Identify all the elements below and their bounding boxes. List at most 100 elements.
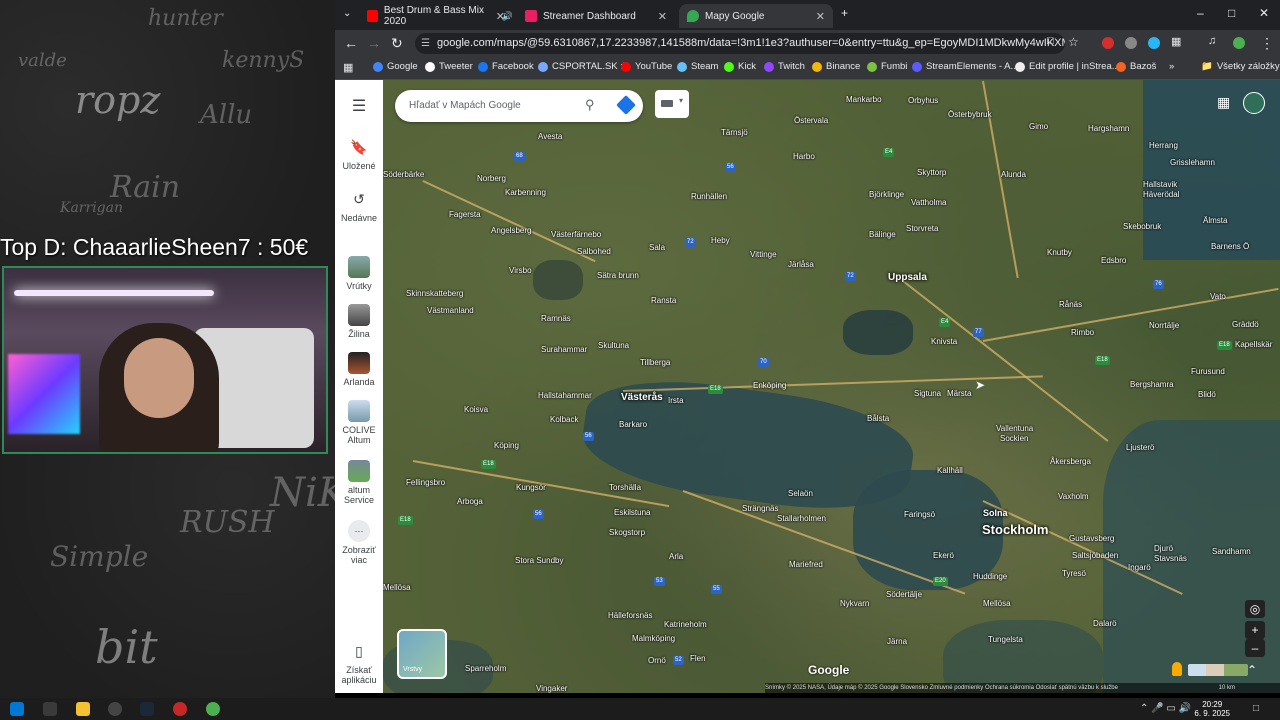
place-label[interactable]: Strängnäs: [742, 504, 778, 513]
bookmark-star-icon[interactable]: ☆: [1068, 35, 1079, 49]
place-label[interactable]: Ramnäs: [541, 314, 571, 323]
all-bookmarks[interactable]: 📁 Všetky záložky: [1201, 61, 1280, 72]
rail-show-more[interactable]: ⋯ Zobraziť viac: [335, 520, 383, 565]
place-label[interactable]: Gustavsberg: [1069, 534, 1114, 543]
place-label[interactable]: Runhällen: [691, 192, 727, 201]
close-tab-icon[interactable]: ✕: [816, 10, 825, 23]
get-app-button[interactable]: ▯ Získať aplikáciu: [335, 640, 383, 685]
place-label[interactable]: Harbo: [793, 152, 815, 161]
place-label[interactable]: Tärnsjö: [721, 128, 748, 137]
place-label[interactable]: Björklinge: [869, 190, 904, 199]
place-label[interactable]: Sparreholm: [465, 664, 506, 673]
place-label[interactable]: Hargshamn: [1088, 124, 1129, 133]
place-label[interactable]: Salbohed: [577, 247, 611, 256]
place-label[interactable]: Irsta: [668, 396, 684, 405]
place-label[interactable]: Älmsta: [1203, 216, 1227, 225]
install-app-icon[interactable]: □: [1047, 35, 1054, 47]
menu-icon[interactable]: ☰: [335, 96, 383, 116]
place-label[interactable]: Flen: [690, 654, 706, 663]
place-label[interactable]: Saltsjöbaden: [1072, 551, 1118, 560]
place-label[interactable]: Vaxholm: [1058, 492, 1089, 501]
place-label[interactable]: Barnens Ö: [1211, 242, 1249, 251]
steam-icon[interactable]: [140, 702, 154, 716]
place-label[interactable]: Fagersta: [449, 210, 481, 219]
back-icon[interactable]: ←: [344, 35, 358, 51]
tab-google-maps[interactable]: Mapy Google ✕: [679, 4, 833, 28]
city-label[interactable]: Solna: [983, 508, 1008, 518]
bookmark-steam[interactable]: Steam: [677, 61, 718, 72]
rail-recent[interactable]: ↺ Nedávne: [335, 188, 383, 223]
maps-search-box[interactable]: Hľadať v Mapách Google ⚲: [395, 90, 643, 122]
apps-grid-icon[interactable]: ▦: [1217, 94, 1230, 111]
place-label[interactable]: Alunda: [1001, 170, 1026, 179]
bookmark-youtube[interactable]: YouTube: [621, 61, 672, 72]
place-label[interactable]: Österbybruk: [948, 110, 992, 119]
rail-arlanda[interactable]: Arlanda: [335, 352, 383, 387]
notifications-icon[interactable]: □: [1253, 703, 1259, 714]
close-window-button[interactable]: ✕: [1259, 6, 1269, 20]
bookmark-google[interactable]: Google: [373, 61, 418, 72]
place-label[interactable]: Östervala: [794, 116, 828, 125]
map-type-thumbs[interactable]: [1188, 664, 1248, 676]
place-label[interactable]: Blidö: [1198, 390, 1216, 399]
more-bookmarks-icon[interactable]: »: [1169, 61, 1174, 72]
place-label[interactable]: Norberg: [477, 174, 506, 183]
place-label[interactable]: Fellingsbro: [406, 478, 445, 487]
place-label[interactable]: Torshälla: [609, 483, 641, 492]
place-label[interactable]: Järna: [887, 637, 907, 646]
place-label[interactable]: Nykvarn: [840, 599, 869, 608]
place-label[interactable]: Dalarö: [1093, 619, 1117, 628]
pegman-icon[interactable]: [1172, 662, 1182, 676]
place-label[interactable]: Angelsberg: [491, 226, 531, 235]
place-label[interactable]: Arboga: [457, 497, 483, 506]
place-label[interactable]: Åkersberga: [1050, 457, 1091, 466]
city-label[interactable]: Stockholm: [982, 522, 1048, 537]
rail-vrutky[interactable]: Vrútky: [335, 256, 383, 291]
rail-colive-altum[interactable]: COLIVE Altum: [335, 400, 383, 445]
place-label[interactable]: Norrtälje: [1149, 321, 1179, 330]
place-label[interactable]: Sockien: [1000, 434, 1028, 443]
place-label[interactable]: Stavsnäs: [1154, 554, 1187, 563]
place-label[interactable]: Vingaker: [536, 684, 567, 693]
place-label[interactable]: Vittinge: [750, 250, 777, 259]
bookmark-kick[interactable]: Kick: [724, 61, 756, 72]
chrome-menu-icon[interactable]: ⋮: [1260, 35, 1274, 52]
bookmark-facebook[interactable]: Facebook: [478, 61, 534, 72]
tray-icons[interactable]: ⌃ 🎤 ▭ 🔊: [1140, 703, 1191, 714]
new-tab-button[interactable]: +: [841, 6, 848, 20]
directions-icon[interactable]: [616, 95, 636, 115]
place-label[interactable]: Selaön: [788, 489, 813, 498]
place-label[interactable]: Edsbro: [1101, 256, 1126, 265]
rail-zilina[interactable]: Žilina: [335, 304, 383, 339]
place-label[interactable]: Herrang: [1149, 141, 1178, 150]
place-label[interactable]: Hallstavik: [1143, 180, 1177, 189]
zoom-in-button[interactable]: +: [1245, 621, 1265, 639]
bookmark-tweeter[interactable]: Tweeter: [425, 61, 473, 72]
place-label[interactable]: Ingarö: [1128, 563, 1151, 572]
place-label[interactable]: Sätra brunn: [597, 271, 639, 280]
place-label[interactable]: Djurö: [1154, 544, 1173, 553]
file-explorer-icon[interactable]: [76, 702, 90, 716]
search-icon[interactable]: ⚲: [585, 97, 595, 113]
obs-icon[interactable]: [108, 702, 122, 716]
place-label[interactable]: Bergshamra: [1130, 380, 1174, 389]
reload-icon[interactable]: ↻: [391, 35, 403, 52]
chrome-icon[interactable]: [206, 702, 220, 716]
bookmark-csportal[interactable]: CSPORTAL.SK :): [538, 61, 626, 72]
media-control-icon[interactable]: ♫: [1208, 35, 1216, 47]
place-label[interactable]: Skultuna: [598, 341, 629, 350]
bookmark-fumbi[interactable]: Fumbi: [867, 61, 907, 72]
place-label[interactable]: Sandhamn: [1212, 547, 1251, 556]
place-label[interactable]: Köping: [494, 441, 519, 450]
place-label[interactable]: Mellösa: [383, 583, 411, 592]
place-label[interactable]: Mellösa: [983, 599, 1011, 608]
system-clock[interactable]: 20:29 6. 9. 2025: [1194, 700, 1230, 718]
place-label[interactable]: Arla: [669, 552, 683, 561]
place-label[interactable]: Barkaro: [619, 420, 647, 429]
extension-icon[interactable]: [1148, 37, 1160, 49]
place-label[interactable]: Västmanland: [427, 306, 474, 315]
chips-dropdown[interactable]: ▾: [655, 90, 689, 118]
bookmark-binance[interactable]: Binance: [812, 61, 860, 72]
windows-start-icon[interactable]: [10, 702, 24, 716]
place-label[interactable]: Skebobruk: [1123, 222, 1161, 231]
